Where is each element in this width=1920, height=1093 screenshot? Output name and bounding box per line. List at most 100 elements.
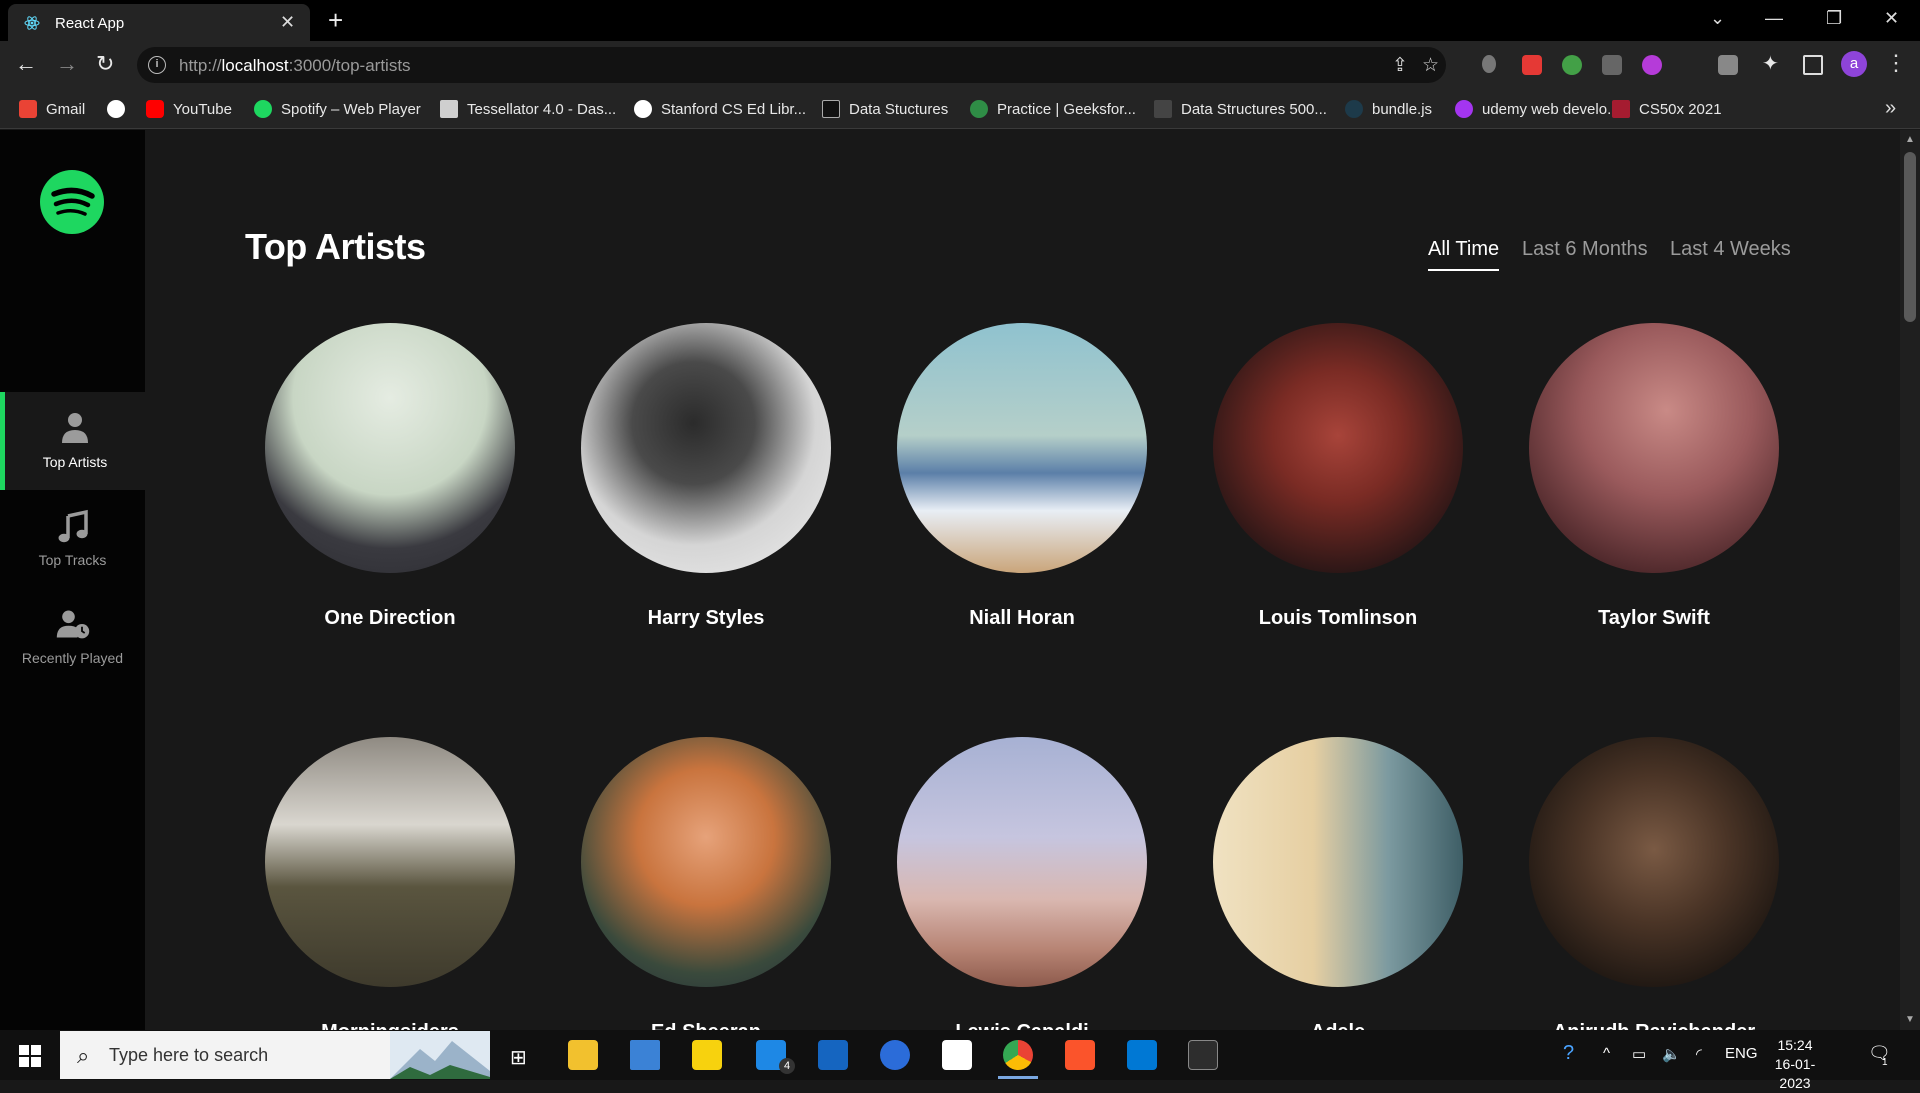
taskbar-search-input[interactable]: ⌕ Type here to search: [60, 1031, 490, 1079]
artist-avatar[interactable]: [897, 323, 1147, 573]
artist-name[interactable]: Taylor Swift: [1504, 607, 1804, 630]
bookmark-youtube[interactable]: YouTube: [146, 99, 232, 119]
calendar-icon[interactable]: [818, 1040, 848, 1070]
brave-icon[interactable]: [1065, 1040, 1095, 1070]
artist-avatar[interactable]: [581, 323, 831, 573]
bookmark-cs50x[interactable]: CS50x 2021: [1612, 99, 1722, 119]
artist-avatar[interactable]: [265, 323, 515, 573]
tab-all-time[interactable]: All Time: [1428, 238, 1500, 271]
extension-icon[interactable]: [1718, 55, 1738, 75]
share-icon[interactable]: ⇪: [1392, 54, 1408, 77]
bookmark-stanford[interactable]: Stanford CS Ed Libr...: [634, 99, 806, 119]
close-window-button[interactable]: ✕: [1884, 8, 1899, 28]
bookmark-udemy[interactable]: udemy web develo...: [1455, 99, 1620, 119]
artist-card[interactable]: One Direction: [240, 323, 540, 630]
chrome-icon[interactable]: [1003, 1040, 1033, 1070]
task-view-icon[interactable]: ⊞: [510, 1045, 527, 1070]
artist-name[interactable]: Ed Sheeran: [556, 1021, 856, 1030]
restore-button[interactable]: ❐: [1826, 8, 1842, 28]
back-button[interactable]: ←: [15, 52, 37, 76]
menu-kebab-icon[interactable]: ⋮: [1885, 51, 1907, 75]
artist-card[interactable]: Louis Tomlinson: [1188, 323, 1488, 630]
extensions-puzzle-icon[interactable]: ✦: [1762, 52, 1779, 76]
artist-name[interactable]: One Direction: [240, 607, 540, 630]
todo-icon[interactable]: [880, 1040, 910, 1070]
volume-icon[interactable]: 🔈: [1662, 1045, 1681, 1063]
extension-icon[interactable]: [1562, 55, 1582, 75]
artist-name[interactable]: Lewis Capaldi: [872, 1021, 1172, 1030]
forward-button[interactable]: →: [56, 52, 78, 76]
artist-card[interactable]: Lewis Capaldi: [872, 737, 1172, 1030]
new-tab-button[interactable]: +: [328, 6, 343, 34]
artist-name[interactable]: Morningsiders: [240, 1021, 540, 1030]
artist-card[interactable]: Harry Styles: [556, 323, 856, 630]
bookmark-gmail[interactable]: Gmail: [19, 99, 85, 119]
minimize-button[interactable]: —: [1765, 8, 1783, 28]
artist-name[interactable]: Niall Horan: [872, 607, 1172, 630]
show-hidden-icons-icon[interactable]: ^: [1603, 1045, 1610, 1062]
artist-avatar[interactable]: [1213, 737, 1463, 987]
sticky-notes-icon[interactable]: [692, 1040, 722, 1070]
battery-icon[interactable]: ▭: [1632, 1045, 1646, 1063]
artist-card[interactable]: Taylor Swift: [1504, 323, 1804, 630]
reload-button[interactable]: ↻: [96, 52, 114, 76]
page-scrollbar[interactable]: ▲ ▼: [1900, 130, 1920, 1030]
tab-close-icon[interactable]: ✕: [280, 13, 295, 31]
artist-card[interactable]: Adele: [1188, 737, 1488, 1030]
sidebar-item-top-tracks[interactable]: Top Tracks: [0, 490, 145, 588]
language-indicator[interactable]: ENG: [1725, 1045, 1758, 1062]
url-text[interactable]: http://localhost:3000/top-artists: [179, 56, 411, 76]
sidebar-item-top-artists[interactable]: Top Artists: [0, 392, 145, 490]
extension-icon[interactable]: [1522, 55, 1542, 75]
windows-start-icon[interactable]: [19, 1045, 41, 1067]
tab-last-6-months[interactable]: Last 6 Months: [1522, 238, 1648, 269]
system-clock[interactable]: 15:24 16-01-2023: [1760, 1036, 1830, 1093]
site-info-icon[interactable]: i: [148, 56, 166, 74]
terminal-icon[interactable]: [1188, 1040, 1218, 1070]
artist-name[interactable]: Harry Styles: [556, 607, 856, 630]
artist-avatar[interactable]: [265, 737, 515, 987]
artist-card[interactable]: Ed Sheeran: [556, 737, 856, 1030]
artist-avatar[interactable]: [1529, 737, 1779, 987]
extension-icon[interactable]: [1482, 55, 1496, 73]
artist-card[interactable]: Niall Horan: [872, 323, 1172, 630]
scroll-up-icon[interactable]: ▲: [1905, 134, 1915, 145]
bookmark-globe[interactable]: [107, 99, 134, 119]
artist-avatar[interactable]: [1213, 323, 1463, 573]
more-bookmarks-icon[interactable]: »: [1885, 97, 1896, 120]
file-explorer-icon[interactable]: [568, 1040, 598, 1070]
bookmark-star-icon[interactable]: ☆: [1422, 54, 1439, 77]
help-icon[interactable]: ?: [1563, 1042, 1574, 1065]
artist-card[interactable]: Morningsiders: [240, 737, 540, 1030]
side-panel-icon[interactable]: [1803, 55, 1823, 75]
tab-search-icon[interactable]: ⌄: [1710, 8, 1725, 28]
artist-card[interactable]: Anirudh Ravichander: [1504, 737, 1804, 1030]
tab-last-4-weeks[interactable]: Last 4 Weeks: [1670, 238, 1791, 269]
notion-icon[interactable]: [942, 1040, 972, 1070]
artist-name[interactable]: Anirudh Ravichander: [1504, 1021, 1804, 1030]
user-clock-icon: [56, 610, 89, 639]
wifi-icon[interactable]: ◜: [1696, 1045, 1702, 1063]
windows-update-icon[interactable]: [630, 1040, 660, 1070]
profile-avatar[interactable]: a: [1841, 51, 1867, 77]
bookmark-geeksforgeeks[interactable]: Practice | Geeksfor...: [970, 99, 1136, 119]
extension-icon[interactable]: [1642, 55, 1662, 75]
scroll-down-icon[interactable]: ▼: [1905, 1014, 1915, 1025]
bookmark-bundlejs[interactable]: bundle.js: [1345, 99, 1432, 119]
scroll-thumb[interactable]: [1904, 152, 1916, 322]
artist-name[interactable]: Adele: [1188, 1021, 1488, 1030]
bookmark-data-structures[interactable]: Data Stuctures: [822, 99, 948, 119]
artist-avatar[interactable]: [581, 737, 831, 987]
vscode-icon[interactable]: [1127, 1040, 1157, 1070]
artist-avatar[interactable]: [1529, 323, 1779, 573]
artist-name[interactable]: Louis Tomlinson: [1188, 607, 1488, 630]
spotify-logo-icon[interactable]: [40, 170, 104, 234]
sidebar-item-recently-played[interactable]: Recently Played: [0, 588, 145, 686]
extension-icon[interactable]: [1602, 55, 1622, 75]
bookmark-tessellator[interactable]: Tessellator 4.0 - Das...: [440, 99, 616, 119]
address-bar[interactable]: i http://localhost:3000/top-artists ⇪ ☆: [137, 47, 1446, 83]
bookmark-data-structures-500[interactable]: Data Structures 500...: [1154, 99, 1327, 119]
browser-tab[interactable]: React App ✕: [8, 4, 310, 41]
artist-avatar[interactable]: [897, 737, 1147, 987]
bookmark-spotify[interactable]: Spotify – Web Player: [254, 99, 421, 119]
